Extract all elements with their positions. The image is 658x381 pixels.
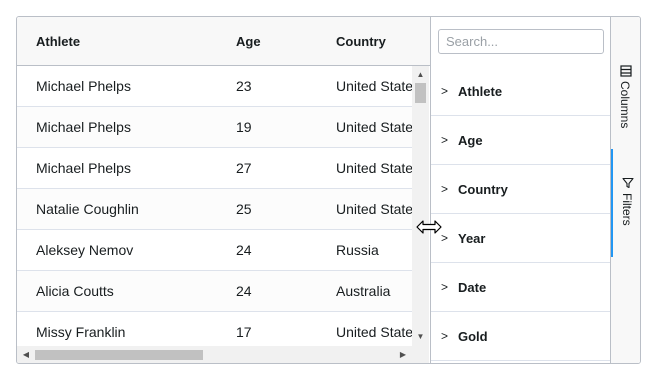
data-grid: Athlete Age Country Michael Phelps 23 Un… [16,16,641,364]
cell-age: 17 [236,324,252,340]
cell-country: United States [336,201,412,217]
filter-icon [622,177,634,189]
cell-age: 24 [236,242,252,258]
filter-item-label: Date [458,280,487,295]
table-row[interactable]: Michael Phelps 19 United States [17,107,412,148]
columns-icon [620,65,632,77]
scroll-right-icon[interactable]: ▶ [396,346,410,363]
chevron-right-icon: > [441,329,449,343]
cell-athlete: Michael Phelps [36,160,131,176]
filter-item-country[interactable]: > Country [431,165,610,214]
cell-country: United States [336,78,412,94]
filter-list: > Athlete > Age > Country > Year > Date … [431,67,610,361]
table-row[interactable]: Michael Phelps 27 United States [17,148,412,189]
filter-item-age[interactable]: > Age [431,116,610,165]
filter-item-label: Year [458,231,486,246]
cell-athlete: Alicia Coutts [36,283,114,299]
cell-age: 25 [236,201,252,217]
filters-tool-panel: > Athlete > Age > Country > Year > Date … [430,17,610,363]
filter-item-label: Country [458,182,508,197]
filter-item-label: Athlete [458,84,503,99]
grid-main: Athlete Age Country Michael Phelps 23 Un… [17,17,430,363]
chevron-right-icon: > [441,84,449,98]
filter-search-input[interactable] [438,29,604,54]
header-age[interactable]: Age [236,17,316,66]
table-row[interactable]: Alicia Coutts 24 Australia [17,271,412,312]
header-athlete[interactable]: Athlete [36,17,216,66]
cell-age: 27 [236,160,252,176]
resize-cursor-icon [416,220,442,234]
header-country[interactable]: Country [336,17,412,66]
filter-item-year[interactable]: > Year [431,214,610,263]
cell-athlete: Michael Phelps [36,119,131,135]
filter-item-label: Age [458,133,483,148]
vertical-scroll-thumb[interactable] [415,83,426,103]
columns-side-label: Columns [618,81,632,129]
filter-item-athlete[interactable]: > Athlete [431,67,610,116]
cell-age: 19 [236,119,252,135]
cell-athlete: Natalie Coughlin [36,201,139,217]
filter-item-label: Gold [458,329,488,344]
scroll-down-icon[interactable]: ▼ [412,330,429,344]
cell-country: Russia [336,242,379,258]
table-row[interactable]: Natalie Coughlin 25 United States [17,189,412,230]
cell-age: 24 [236,283,252,299]
cell-age: 23 [236,78,252,94]
filter-item-gold[interactable]: > Gold [431,312,610,361]
vertical-scrollbar[interactable]: ▲ ▼ [412,66,429,346]
columns-side-button[interactable]: Columns [611,65,640,149]
filters-side-button[interactable]: Filters [611,149,640,257]
cell-country: Australia [336,283,391,299]
cell-country: United States [336,119,412,135]
scrollbar-corner [412,346,429,363]
table-row[interactable]: Michael Phelps 23 United States [17,66,412,107]
cell-athlete: Missy Franklin [36,324,126,340]
scroll-left-icon[interactable]: ◀ [19,346,33,363]
grid-body: Michael Phelps 23 United States Michael … [17,66,412,346]
grid-header: Athlete Age Country [17,17,430,66]
cell-athlete: Michael Phelps [36,78,131,94]
filters-side-label: Filters [620,193,634,226]
cell-country: United States [336,324,412,340]
chevron-right-icon: > [441,133,449,147]
horizontal-scroll-thumb[interactable] [35,350,203,360]
side-bar: Columns Filters [610,17,640,363]
table-row[interactable]: Missy Franklin 17 United States [17,312,412,346]
table-row[interactable]: Aleksey Nemov 24 Russia [17,230,412,271]
cell-athlete: Aleksey Nemov [36,242,134,258]
scroll-up-icon[interactable]: ▲ [412,68,429,82]
horizontal-scrollbar[interactable]: ◀ ▶ [17,346,412,363]
filter-item-date[interactable]: > Date [431,263,610,312]
chevron-right-icon: > [441,280,449,294]
cell-country: United States [336,160,412,176]
chevron-right-icon: > [441,182,449,196]
